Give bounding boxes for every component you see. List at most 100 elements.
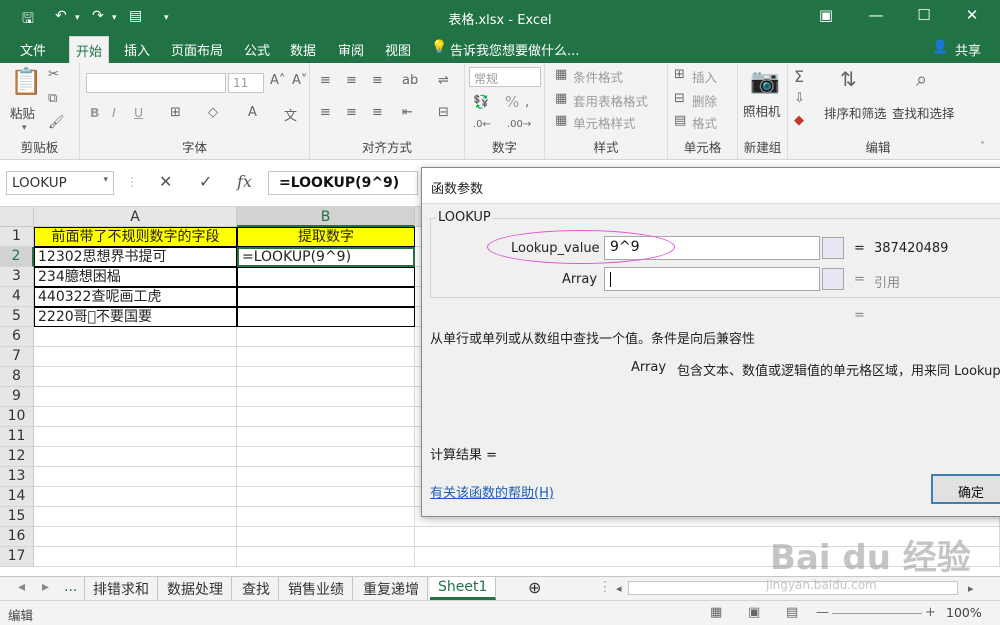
align-center-icon[interactable]: ≡ xyxy=(346,105,357,120)
shrink-font-icon[interactable]: A˅ xyxy=(292,73,307,88)
tab-view[interactable]: 视图 xyxy=(385,40,411,59)
format-table-button[interactable]: 套用表格格式 xyxy=(573,91,648,110)
accounting-icon[interactable]: 💱 xyxy=(473,95,489,110)
autosum-icon[interactable]: Σ xyxy=(794,67,804,86)
collapse-dialog-icon[interactable] xyxy=(822,237,844,259)
empty-cell[interactable] xyxy=(34,327,237,347)
minimize-icon[interactable]: — xyxy=(856,6,896,24)
tell-me-box[interactable]: 告诉我您想要做什么... xyxy=(450,40,579,59)
paste-dropdown-icon[interactable]: ▾ xyxy=(22,123,27,133)
page-break-view-icon[interactable]: ▤ xyxy=(786,605,798,620)
empty-cell[interactable] xyxy=(34,467,237,487)
empty-cell[interactable] xyxy=(237,527,415,547)
align-top-icon[interactable]: ≡ xyxy=(320,73,331,88)
empty-cell[interactable] xyxy=(34,387,237,407)
row-header[interactable]: 8 xyxy=(0,367,34,387)
row-header[interactable]: 4 xyxy=(0,287,34,307)
empty-cell[interactable] xyxy=(237,407,415,427)
table-cell[interactable] xyxy=(237,267,415,287)
align-bottom-icon[interactable]: ≡ xyxy=(372,73,383,88)
insert-function-button[interactable]: fx xyxy=(237,172,252,191)
find-select-button[interactable]: 查找和选择 xyxy=(892,103,955,122)
sheet-tab-2[interactable]: 查找 xyxy=(234,577,279,600)
sheet-tab-4[interactable]: 重复递增 xyxy=(355,577,428,600)
clear-icon[interactable]: ◆ xyxy=(794,113,804,128)
align-middle-icon[interactable]: ≡ xyxy=(346,73,357,88)
tab-scroll-left-icon[interactable]: ◂ xyxy=(10,577,33,600)
table-cell[interactable]: 440322查呢画工虎 xyxy=(34,287,237,307)
cell-styles-button[interactable]: 单元格样式 xyxy=(573,113,636,132)
select-all-corner[interactable] xyxy=(0,207,34,227)
row-header[interactable]: 9 xyxy=(0,387,34,407)
fill-icon[interactable]: ⇩ xyxy=(794,91,805,106)
share-button[interactable]: 共享 xyxy=(955,40,981,59)
insert-cells-icon[interactable]: ⊞ xyxy=(674,67,685,82)
header-cell[interactable]: 提取数字 xyxy=(237,227,415,247)
collapse-dialog-icon[interactable] xyxy=(822,268,844,290)
align-right-icon[interactable]: ≡ xyxy=(372,105,383,120)
table-cell[interactable]: 2220哥𫗭不要国要 xyxy=(34,307,237,327)
increase-decimal-icon[interactable]: .0← xyxy=(473,119,491,130)
border-icon[interactable]: ⊞ xyxy=(170,105,181,120)
active-cell[interactable]: =LOOKUP(9^9) xyxy=(237,247,415,267)
conditional-format-button[interactable]: 条件格式 xyxy=(573,67,623,86)
tab-formulas[interactable]: 公式 xyxy=(244,40,270,59)
arg-input-array[interactable] xyxy=(604,267,820,291)
comma-icon[interactable]: , xyxy=(525,95,529,110)
empty-cell[interactable] xyxy=(34,367,237,387)
empty-cell[interactable] xyxy=(34,427,237,447)
delete-cells-button[interactable]: 删除 xyxy=(692,91,717,110)
row-header[interactable]: 11 xyxy=(0,427,34,447)
format-cells-icon[interactable]: ▤ xyxy=(674,113,686,128)
more-sheets-button[interactable]: ... xyxy=(56,577,85,600)
zoom-out-icon[interactable]: — xyxy=(816,605,829,620)
tab-review[interactable]: 审阅 xyxy=(338,40,364,59)
format-table-icon[interactable]: ▦ xyxy=(555,91,567,106)
row-header[interactable]: 7 xyxy=(0,347,34,367)
tab-insert[interactable]: 插入 xyxy=(124,40,150,59)
zoom-level[interactable]: 100% xyxy=(946,605,982,620)
orientation-icon[interactable]: ab xyxy=(402,73,418,88)
zoom-in-icon[interactable]: + xyxy=(925,605,936,620)
sort-filter-icon[interactable]: ⇅ xyxy=(840,67,857,91)
normal-view-icon[interactable]: ▦ xyxy=(710,605,722,620)
table-cell[interactable] xyxy=(237,307,415,327)
row-header[interactable]: 6 xyxy=(0,327,34,347)
insert-cells-button[interactable]: 插入 xyxy=(692,67,717,86)
ribbon-display-icon[interactable]: ▣ xyxy=(806,6,846,24)
ok-button[interactable]: 确定 xyxy=(931,474,1000,504)
align-left-icon[interactable]: ≡ xyxy=(320,105,331,120)
grow-font-icon[interactable]: A˄ xyxy=(270,73,285,88)
empty-cell[interactable] xyxy=(237,347,415,367)
empty-cell[interactable] xyxy=(34,447,237,467)
sheet-tab-active[interactable]: Sheet1 xyxy=(430,577,497,600)
maximize-icon[interactable]: ☐ xyxy=(904,6,944,24)
function-help-link[interactable]: 有关该函数的帮助(H) xyxy=(430,482,554,501)
sort-filter-button[interactable]: 排序和筛选 xyxy=(824,103,887,122)
font-color-icon[interactable]: A xyxy=(248,105,257,120)
row-header[interactable]: 17 xyxy=(0,547,34,567)
cell-styles-icon[interactable]: ▦ xyxy=(555,113,567,128)
sheet-tab-3[interactable]: 销售业绩 xyxy=(280,577,353,600)
enter-icon[interactable]: ✓ xyxy=(199,172,212,191)
find-select-icon[interactable]: ⌕ xyxy=(916,67,927,91)
row-header[interactable]: 3 xyxy=(0,267,34,287)
empty-cell[interactable] xyxy=(34,547,237,567)
tab-home[interactable]: 开始 xyxy=(69,36,110,63)
sheet-tab-0[interactable]: 排错求和 xyxy=(84,577,158,600)
sheet-tab-1[interactable]: 数据处理 xyxy=(159,577,232,600)
name-box[interactable]: LOOKUP ▾ xyxy=(6,171,114,195)
empty-cell[interactable] xyxy=(237,547,415,567)
add-sheet-icon[interactable]: ⊕ xyxy=(520,576,549,599)
font-size-box[interactable]: 11 xyxy=(228,73,264,93)
font-name-box[interactable] xyxy=(86,73,226,93)
cut-icon[interactable]: ✂ xyxy=(48,67,59,82)
delete-cells-icon[interactable]: ⊟ xyxy=(674,91,685,106)
tab-data[interactable]: 数据 xyxy=(290,40,316,59)
row-header[interactable]: 1 xyxy=(0,227,34,247)
format-painter-icon[interactable]: 🖌 xyxy=(48,115,65,130)
empty-cell[interactable] xyxy=(34,347,237,367)
format-cells-button[interactable]: 格式 xyxy=(692,113,717,132)
empty-cell[interactable] xyxy=(237,447,415,467)
cancel-icon[interactable]: ✕ xyxy=(159,172,172,191)
